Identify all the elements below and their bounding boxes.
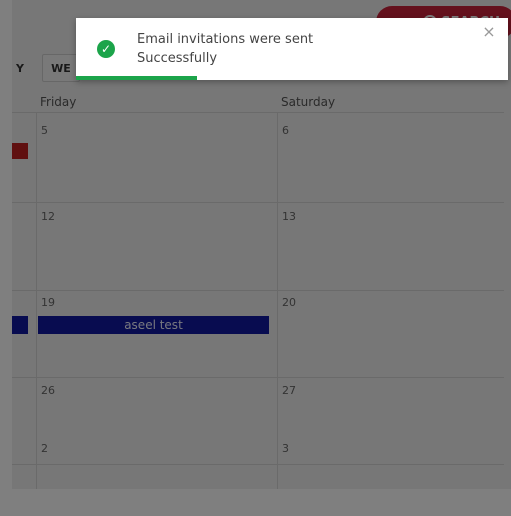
toast-message-line2: Successfully (137, 51, 218, 66)
check-circle-icon: ✓ (97, 40, 115, 58)
toast-message-line1: Email invitations were sent (137, 32, 314, 47)
close-icon[interactable]: × (480, 23, 498, 41)
toast-message: Email invitations were sent Successfully (137, 30, 437, 68)
success-toast: ✓ Email invitations were sent Successful… (76, 18, 508, 80)
toast-progress-fill (76, 76, 197, 80)
toast-progress-bar (76, 76, 508, 80)
